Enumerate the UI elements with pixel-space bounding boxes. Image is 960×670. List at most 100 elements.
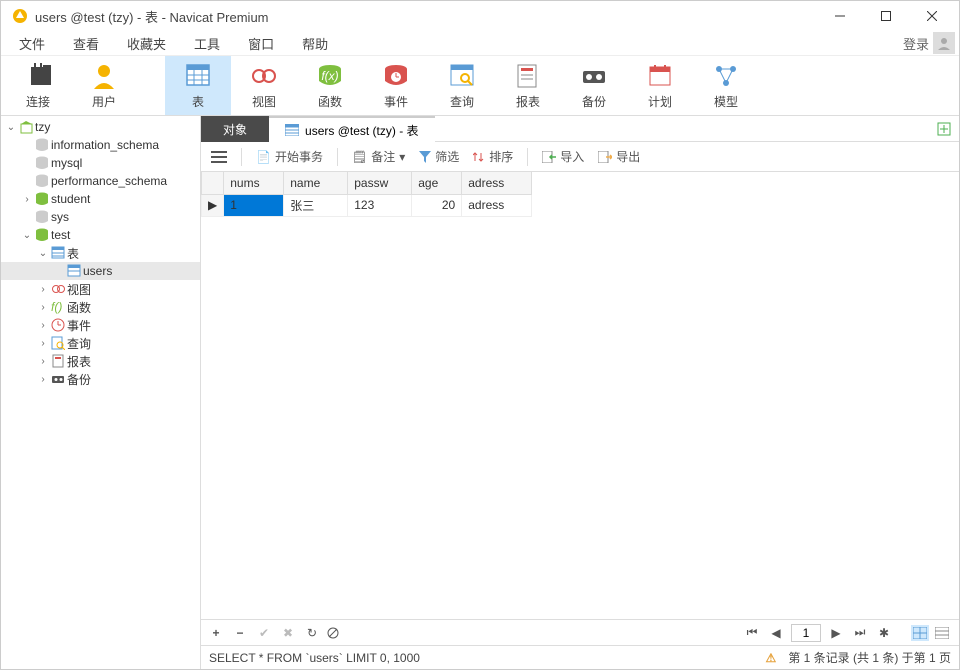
tree-item[interactable]: › 查询 — [1, 334, 200, 352]
toolbar-model-button[interactable]: 模型 — [693, 56, 759, 115]
sort-button[interactable]: 排序 — [473, 148, 513, 165]
expand-toggle[interactable]: › — [37, 284, 49, 295]
close-button[interactable] — [909, 1, 955, 31]
page-input[interactable] — [791, 624, 821, 642]
column-header[interactable]: name — [284, 172, 348, 194]
apply-button[interactable]: ✔ — [255, 626, 273, 640]
tree-item[interactable]: ›student — [1, 190, 200, 208]
column-header[interactable]: nums — [224, 172, 284, 194]
column-header[interactable]: age — [412, 172, 462, 194]
delete-record-button[interactable]: − — [231, 626, 249, 640]
tree-item[interactable]: ⌄表 — [1, 244, 200, 262]
toolbar-label: 连接 — [26, 93, 50, 110]
toolbar-label: 模型 — [714, 93, 738, 110]
tree-label: tzy — [35, 120, 50, 134]
memo-button[interactable]: 🗒备注 ▾ — [352, 148, 405, 165]
menu-icon[interactable] — [211, 151, 227, 163]
maximize-button[interactable] — [863, 1, 909, 31]
expand-toggle[interactable]: › — [37, 320, 49, 331]
refresh-button[interactable]: ↻ — [303, 626, 321, 640]
expand-toggle[interactable]: › — [37, 356, 49, 367]
toolbar-label: 表 — [192, 93, 204, 110]
tree-item[interactable]: ⌄test — [1, 226, 200, 244]
svg-text:f(): f() — [51, 300, 62, 314]
toolbar-plug-button[interactable]: 连接 — [5, 56, 71, 115]
new-tab-button[interactable] — [929, 116, 959, 142]
cell[interactable]: 1 — [224, 194, 284, 216]
expand-toggle[interactable]: ⌄ — [5, 122, 17, 133]
toolbar-view-button[interactable]: 视图 — [231, 56, 297, 115]
cell[interactable]: 123 — [348, 194, 412, 216]
add-record-button[interactable]: + — [207, 626, 225, 640]
menu-favorites[interactable]: 收藏夹 — [113, 31, 180, 56]
record-nav-toolbar: + − ✔ ✖ ↻ ⏮ ◀ ▶ ⏭ ✱ — [201, 619, 959, 645]
tree-label: 查询 — [67, 335, 91, 352]
cell[interactable]: adress — [462, 194, 532, 216]
expand-toggle[interactable]: ⌄ — [37, 248, 49, 259]
tab-active-table[interactable]: users @test (tzy) - 表 — [269, 116, 435, 142]
toolbar-label: 查询 — [450, 93, 474, 110]
row-indicator[interactable]: ▶ — [202, 194, 224, 216]
avatar[interactable] — [933, 32, 955, 54]
toolbar-query-button[interactable]: 查询 — [429, 56, 495, 115]
cell[interactable]: 20 — [412, 194, 462, 216]
settings-icon[interactable]: ✱ — [875, 626, 893, 640]
toolbar-user-button[interactable]: 用户 — [71, 56, 137, 115]
toolbar-report-button[interactable]: 报表 — [495, 56, 561, 115]
export-button[interactable]: 导出 — [598, 148, 640, 165]
tree-item[interactable]: ›视图 — [1, 280, 200, 298]
menu-help[interactable]: 帮助 — [288, 31, 342, 56]
toolbar-backup-button[interactable]: 备份 — [561, 56, 627, 115]
tree-item[interactable]: ›f()函数 — [1, 298, 200, 316]
last-page-button[interactable]: ⏭ — [851, 625, 869, 640]
expand-toggle[interactable]: ⌄ — [21, 230, 33, 241]
tree-label: 表 — [67, 245, 79, 262]
toolbar-label: 计划 — [648, 93, 672, 110]
begin-transaction-button[interactable]: 📄开始事务 — [256, 148, 323, 165]
memo-icon: 🗒 — [352, 150, 367, 164]
tree-item[interactable]: sys — [1, 208, 200, 226]
column-header[interactable]: passw — [348, 172, 412, 194]
stop-button[interactable] — [327, 627, 345, 639]
login-link[interactable]: 登录 — [903, 34, 933, 53]
column-header[interactable]: adress — [462, 172, 532, 194]
toolbar-plan-button[interactable]: 计划 — [627, 56, 693, 115]
backup-icon — [49, 372, 67, 386]
tree-item[interactable]: ›报表 — [1, 352, 200, 370]
import-button[interactable]: 导入 — [542, 148, 584, 165]
prev-page-button[interactable]: ◀ — [767, 626, 785, 640]
tab-objects[interactable]: 对象 — [201, 116, 269, 142]
expand-toggle[interactable]: › — [21, 194, 33, 205]
expand-toggle[interactable]: › — [37, 338, 49, 349]
toolbar-label: 函数 — [318, 93, 342, 110]
tree-item[interactable]: information_schema — [1, 136, 200, 154]
toolbar-fx-button[interactable]: f(x)函数 — [297, 56, 363, 115]
tree-item[interactable]: mysql — [1, 154, 200, 172]
cancel-button[interactable]: ✖ — [279, 626, 297, 640]
tree-item[interactable]: performance_schema — [1, 172, 200, 190]
tree-item[interactable]: ›备份 — [1, 370, 200, 388]
filter-button[interactable]: 筛选 — [419, 148, 459, 165]
menu-view[interactable]: 查看 — [59, 31, 113, 56]
toolbar-table-button[interactable]: 表 — [165, 56, 231, 115]
tree-item[interactable]: ⌄ tzy — [1, 118, 200, 136]
expand-toggle[interactable]: › — [37, 374, 49, 385]
minimize-button[interactable] — [817, 1, 863, 31]
warning-icon[interactable]: ⚠ — [766, 651, 777, 665]
next-page-button[interactable]: ▶ — [827, 626, 845, 640]
tree-item[interactable]: users — [1, 262, 200, 280]
tree-item[interactable]: ›事件 — [1, 316, 200, 334]
data-grid[interactable]: numsnamepasswageadress ▶1张三12320adress — [201, 172, 959, 619]
form-view-button[interactable] — [935, 627, 953, 639]
menu-tools[interactable]: 工具 — [180, 31, 234, 56]
toolbar-event-button[interactable]: 事件 — [363, 56, 429, 115]
fx-icon: f() — [49, 300, 67, 314]
first-page-button[interactable]: ⏮ — [743, 625, 761, 640]
menu-file[interactable]: 文件 — [5, 31, 59, 56]
cell[interactable]: 张三 — [284, 194, 348, 216]
grid-view-button[interactable] — [911, 625, 929, 641]
expand-toggle[interactable]: › — [37, 302, 49, 313]
connection-tree[interactable]: ⌄ tzy information_schemamysqlperformance_s… — [1, 116, 201, 669]
main-toolbar: 连接 用户表 视图f(x)函数事件查询 报表备份计划 模型 — [1, 55, 959, 115]
menu-window[interactable]: 窗口 — [234, 31, 288, 56]
